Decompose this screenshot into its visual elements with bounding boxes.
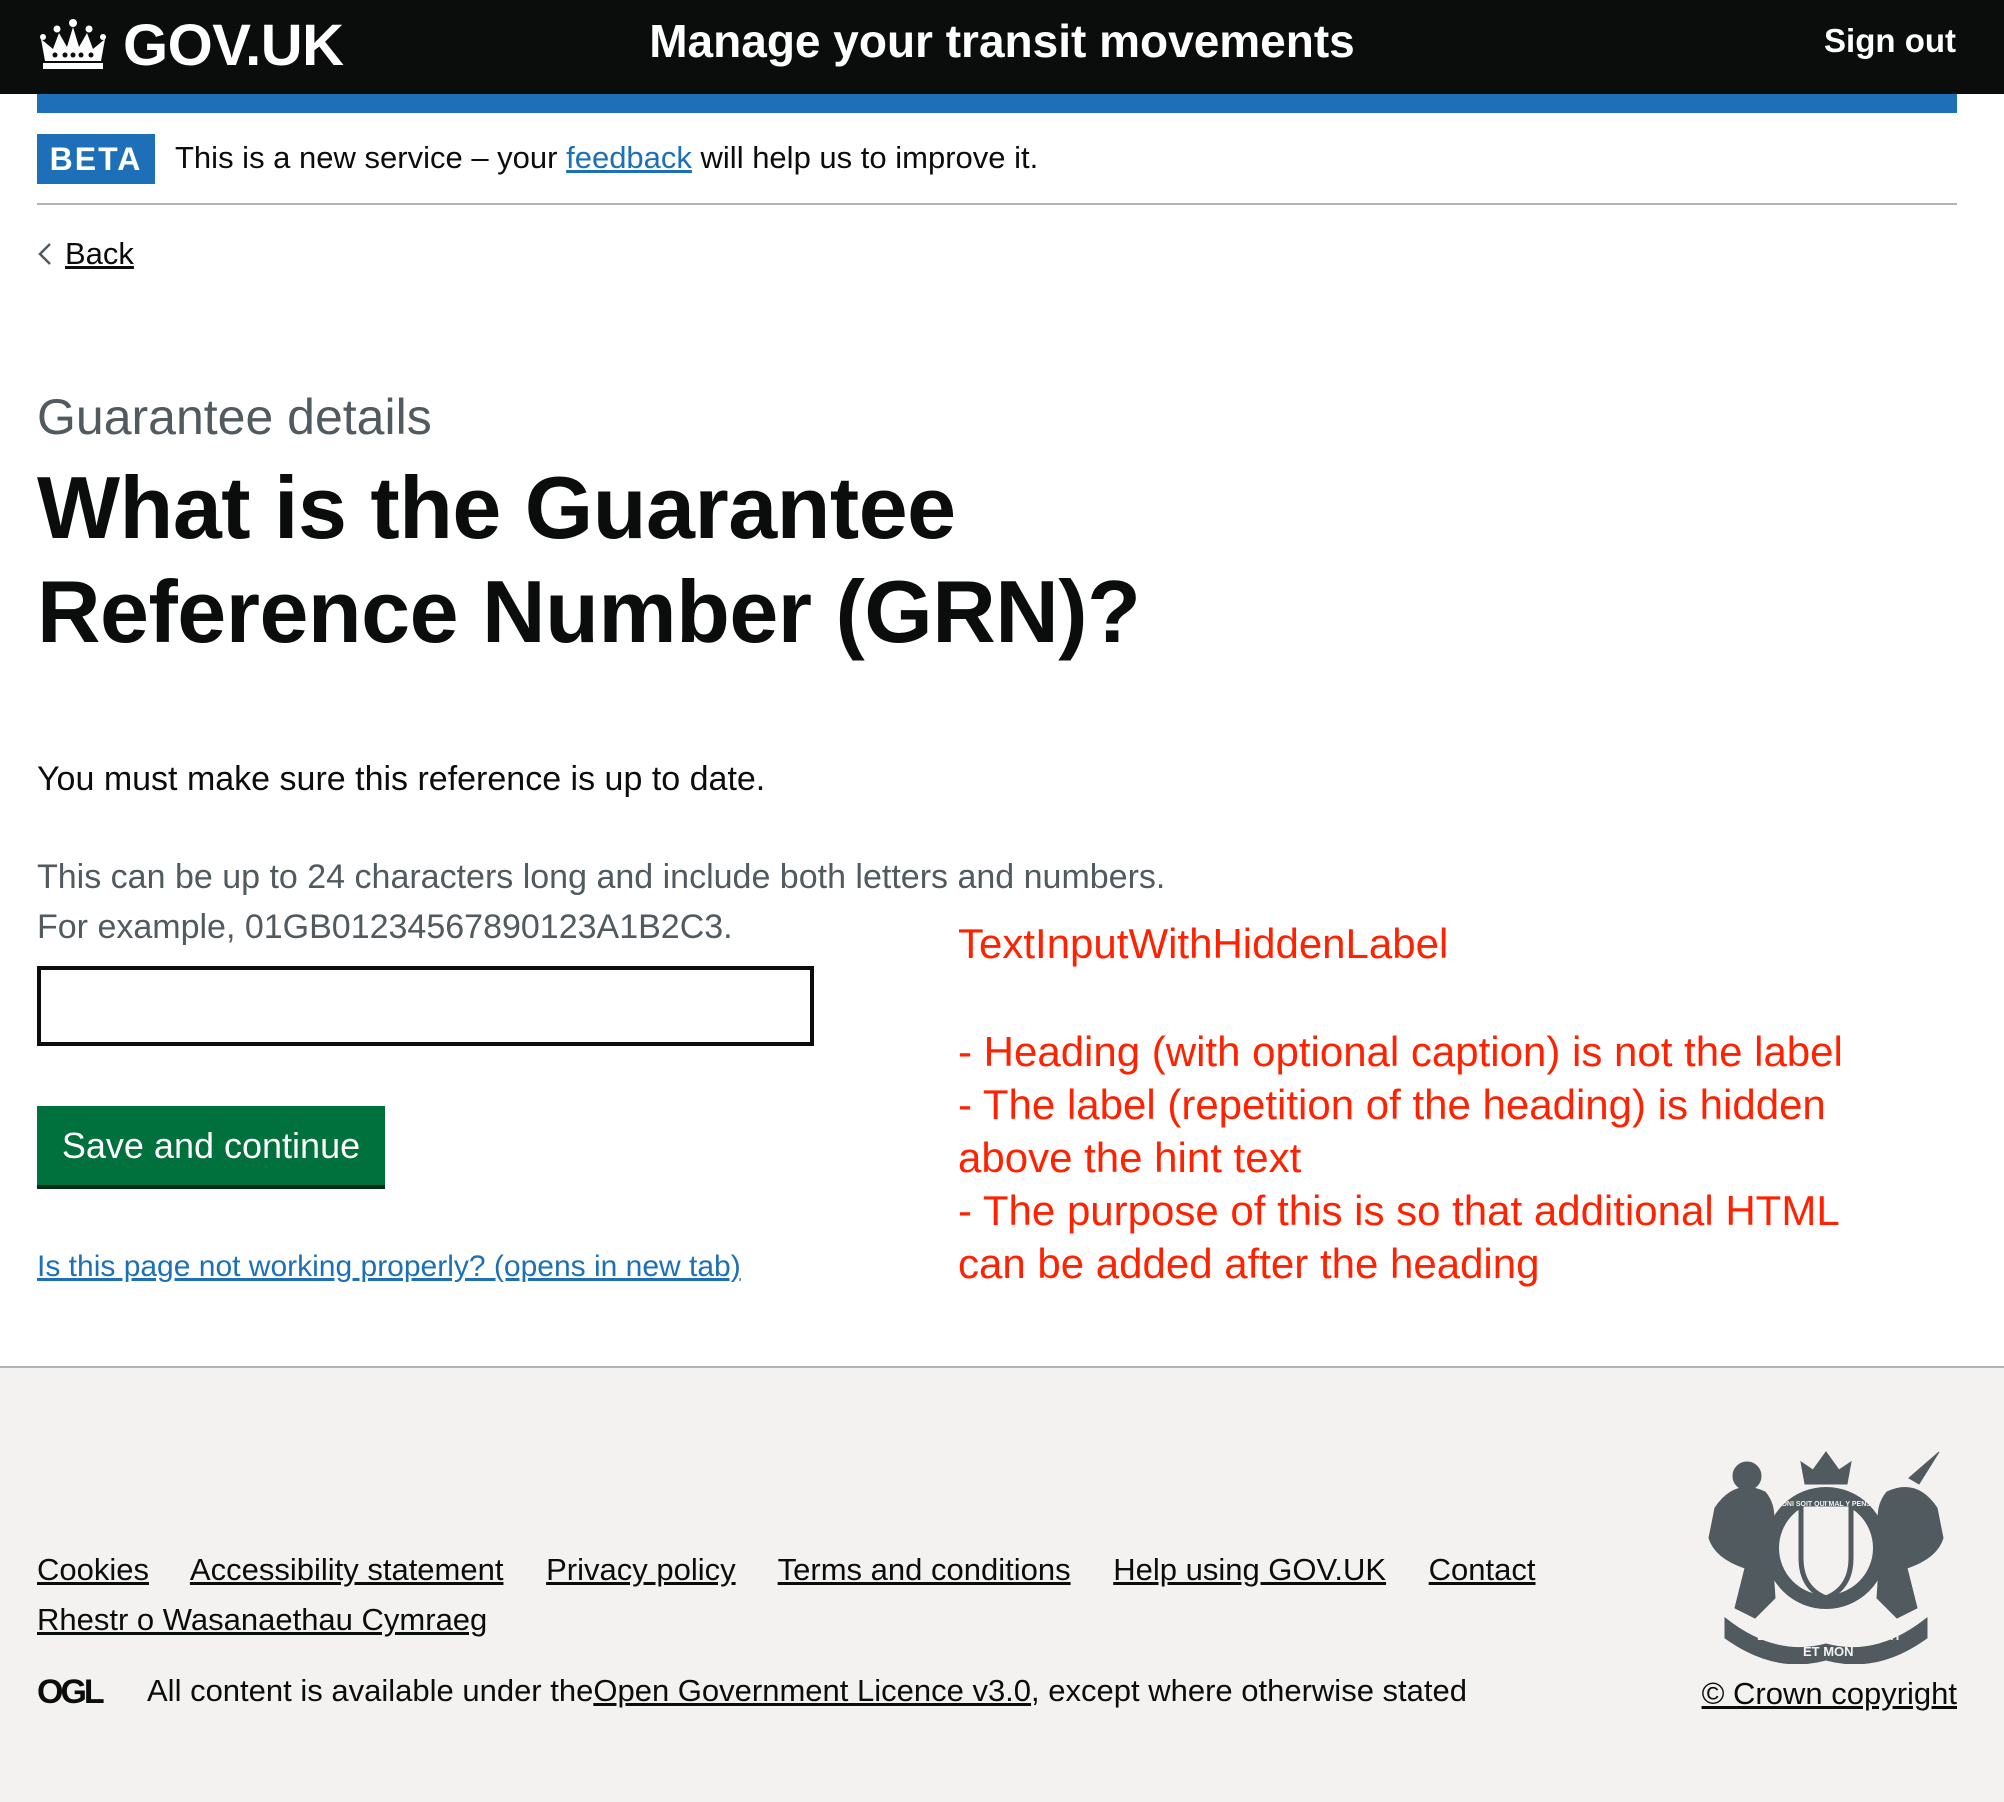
licence-link[interactable]: Open Government Licence v3.0 (593, 1673, 1031, 1709)
annotation-notes: - Heading (with optional caption) is not… (958, 1025, 1858, 1290)
licence-statement: OGL All content is available under the O… (37, 1673, 1467, 1709)
feedback-link[interactable]: feedback (566, 140, 692, 175)
annotation-line-1: - Heading (with optional caption) is not… (958, 1028, 1843, 1075)
annotation-line-3: - The purpose of this is so that additio… (958, 1187, 1839, 1287)
crest-motto-dieu: DIEU (1757, 1628, 1788, 1643)
back-link-label: Back (65, 236, 134, 271)
save-and-continue-button[interactable]: Save and continue (37, 1106, 385, 1185)
site-header: GOV.UK Manage your transit movements Sig… (0, 0, 2004, 94)
phase-text-after: will help us to improve it. (691, 140, 1039, 175)
beta-tag: BETA (37, 134, 155, 184)
footer-link-help[interactable]: Help using GOV.UK (1113, 1552, 1386, 1587)
sign-out-link[interactable]: Sign out (1824, 22, 1956, 60)
report-problem-link[interactable]: Is this page not working properly? (open… (37, 1250, 741, 1284)
footer-link-privacy[interactable]: Privacy policy (546, 1552, 736, 1587)
footer-links: Cookies Accessibility statement Privacy … (37, 1545, 1597, 1645)
phase-text-before: This is a new service – your (175, 140, 567, 175)
page-title-line2: Reference Number (GRN)? (37, 562, 1141, 661)
phase-banner: BETA This is a new service – your feedba… (37, 134, 1957, 205)
header-blue-bar (37, 94, 1957, 113)
footer-link-contact[interactable]: Contact (1429, 1552, 1536, 1587)
crest-motto-et-mon: ET MON (1803, 1644, 1854, 1659)
page-title: What is the Guarantee Reference Number (… (37, 456, 1287, 664)
annotation-line-2: - The label (repetition of the heading) … (958, 1081, 1826, 1181)
annotation-title: TextInputWithHiddenLabel (958, 920, 1449, 967)
crest-garter-text: HONI SOIT QUI MAL Y PENSE (1776, 1501, 1876, 1508)
phase-banner-text: This is a new service – your feedback wi… (175, 140, 1038, 176)
ogl-logo-text: OGL (37, 1675, 104, 1707)
site-footer: Cookies Accessibility statement Privacy … (0, 1366, 2004, 1802)
footer-link-terms[interactable]: Terms and conditions (778, 1552, 1071, 1587)
chevron-left-icon (38, 243, 51, 265)
page-caption: Guarantee details (37, 389, 432, 445)
hint-line-1: This can be up to 24 characters long and… (37, 858, 1166, 896)
licence-text-before: All content is available under the (147, 1673, 594, 1708)
footer-link-accessibility[interactable]: Accessibility statement (190, 1552, 504, 1587)
royal-coat-of-arms-icon: DIEU ET MON DROIT HONI SOIT QUI MAL Y PE… (1708, 1451, 1944, 1664)
footer-link-welsh[interactable]: Rhestr o Wasanaethau Cymraeg (37, 1602, 487, 1637)
page-title-line1: What is the Guarantee (37, 458, 956, 557)
service-name[interactable]: Manage your transit movements (0, 14, 2004, 68)
crest-motto-droit: DROIT (1861, 1628, 1902, 1643)
back-link[interactable]: Back (37, 236, 134, 272)
grn-input[interactable] (37, 966, 814, 1046)
footer-link-cookies[interactable]: Cookies (37, 1552, 149, 1587)
ogl-logo-icon: OGL (37, 1675, 107, 1707)
crown-copyright-link[interactable]: © Crown copyright (1702, 1676, 1957, 1712)
body-text: You must make sure this reference is up … (37, 760, 766, 798)
licence-text-after: , except where otherwise stated (1031, 1673, 1467, 1708)
